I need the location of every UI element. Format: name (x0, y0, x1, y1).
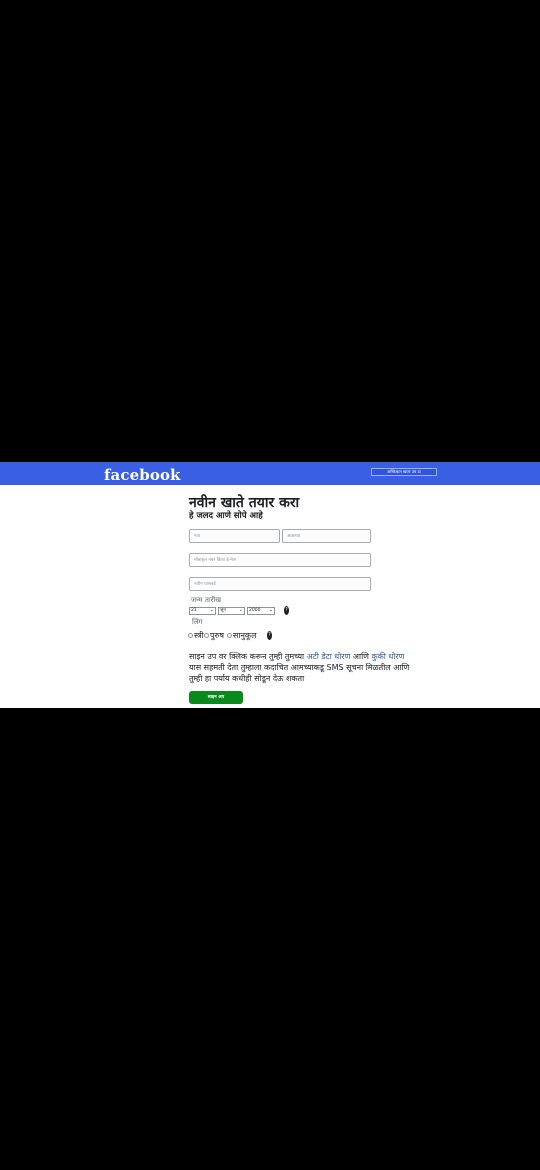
birthday-day-select[interactable]: 21 ⌄ (189, 607, 216, 615)
radio-button[interactable] (227, 633, 232, 638)
birthday-help-icon[interactable]: ? (284, 606, 289, 615)
birthday-label: जन्म तारीख (191, 596, 222, 604)
terms-link[interactable]: अटी डेटा धोरण (307, 652, 351, 661)
terms-text-part: आणि (350, 652, 372, 661)
gender-option-label: स्त्री (194, 631, 204, 640)
new-password-field[interactable]: नवीन पासवर्ड (189, 577, 371, 591)
gender-option-male[interactable]: पुरुष (204, 630, 224, 641)
last-name-field[interactable]: आडनाव (282, 529, 371, 543)
birthday-month-select[interactable]: जून ⌄ (218, 607, 245, 615)
birthday-day-value: 21 (191, 608, 197, 613)
cookie-policy-link[interactable]: कुकी धोरण (371, 652, 404, 661)
signup-button[interactable]: साइन अप (189, 691, 243, 704)
terms-text-part: साइन उप वर क्लिक करून तुम्ही तुमच्या (189, 652, 307, 661)
gender-label: लिंग (192, 618, 203, 626)
mobile-or-email-field[interactable]: मोबाइल नंबर किंवा ई-मेल (189, 553, 371, 567)
birthday-month-value: जून (220, 608, 226, 613)
facebook-logo[interactable]: facebook (104, 466, 181, 484)
top-bar: facebook अस्तित्वात खाता उघ डा (0, 462, 540, 485)
terms-text-part: यास सहमती देता तुम्हाला कदाचित आमच्याकडू… (189, 663, 410, 683)
chevron-down-icon: ⌄ (268, 607, 273, 613)
existing-account-link[interactable]: अस्तित्वात खाता उघ डा (371, 468, 437, 476)
page-subtitle: हे जलद आणे सोपे आहे (189, 511, 263, 521)
birthday-year-select[interactable]: 2000 ⌄ (247, 607, 275, 615)
gender-option-female[interactable]: स्त्री (188, 630, 204, 641)
chevron-down-icon: ⌄ (238, 607, 243, 613)
radio-button[interactable] (188, 633, 193, 638)
birthday-year-value: 2000 (249, 608, 261, 613)
first-name-field[interactable]: नाव (189, 529, 280, 543)
gender-help-icon[interactable]: ? (267, 631, 272, 640)
terms-text: साइन उप वर क्लिक करून तुम्ही तुमच्या अटी… (189, 651, 411, 684)
gender-option-custom[interactable]: सानुकूल (227, 630, 257, 641)
gender-option-label: पुरुष (210, 631, 224, 640)
signup-page: facebook अस्तित्वात खाता उघ डा नवीन खाते… (0, 462, 540, 708)
chevron-down-icon: ⌄ (209, 607, 214, 613)
gender-option-label: सानुकूल (233, 631, 257, 640)
radio-button[interactable] (204, 633, 209, 638)
